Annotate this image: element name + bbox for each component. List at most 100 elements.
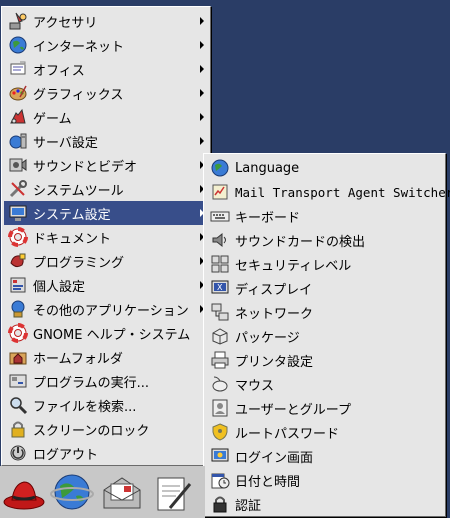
display-icon: X: [211, 280, 229, 294]
authentication-icon: [213, 496, 227, 513]
submenu-arrow-icon: [200, 137, 204, 145]
menu-item-preferences[interactable]: 個人設定: [4, 273, 208, 297]
submenu-item-users-groups[interactable]: ユーザーとグループ: [206, 396, 443, 420]
menu-item-label: プリンタ設定: [235, 354, 314, 370]
submenu-item-language[interactable]: Language: [206, 156, 443, 180]
menu-item-label: Language: [235, 160, 300, 176]
menu-item-accessories[interactable]: アクセサリ: [4, 9, 208, 33]
submenu-item-root-password[interactable]: ルートパスワード: [206, 420, 443, 444]
submenu-item-network[interactable]: ネットワーク: [206, 300, 443, 324]
menu-item-label: ネットワーク: [235, 306, 314, 322]
language-globe-icon: [211, 159, 229, 177]
menu-item-label: キーボード: [235, 210, 301, 226]
menu-item-system-settings[interactable]: システム設定: [4, 201, 208, 225]
menu-item-office[interactable]: オフィス: [4, 57, 208, 81]
menu-item-label: ファイルを検索...: [33, 399, 137, 415]
menu-item-label: プログラムの実行...: [33, 375, 150, 391]
menu-item-label: グラフィックス: [33, 87, 124, 103]
programming-icon: [10, 253, 26, 268]
svg-text:X: X: [217, 283, 223, 292]
submenu-arrow-icon: [200, 17, 204, 25]
menu-item-label: 個人設定: [33, 279, 86, 295]
other-apps-icon: [11, 300, 25, 318]
menu-item-label: セキュリティレベル: [235, 258, 352, 274]
applications-menu: アクセサリ インターネット オフィス グラフィックス ゲーム サーバ設定 サウン…: [1, 6, 211, 466]
documents-lifebuoy-icon: [8, 227, 28, 247]
menu-item-gnome-help[interactable]: GNOME ヘルプ・システム: [4, 321, 208, 345]
submenu-item-packages[interactable]: パッケージ: [206, 324, 443, 348]
menu-item-internet[interactable]: インターネット: [4, 33, 208, 57]
submenu-item-soundcard[interactable]: サウンドカードの検出: [206, 228, 443, 252]
submenu-item-mouse[interactable]: マウス: [206, 372, 443, 396]
accessories-icon: [9, 12, 27, 30]
menu-item-search-files[interactable]: ファイルを検索...: [4, 393, 208, 417]
submenu-item-printer[interactable]: プリンタ設定: [206, 348, 443, 372]
menu-item-label: プログラミング: [33, 255, 125, 271]
menu-item-home-folder[interactable]: ホームフォルダ: [4, 345, 208, 369]
submenu-item-mail-switcher[interactable]: Mail Transport Agent Switcher: [206, 180, 450, 204]
system-settings-submenu: Language Mail Transport Agent Switcher キ…: [203, 153, 450, 517]
menu-item-label: ログアウト: [33, 447, 99, 463]
submenu-item-date-time[interactable]: 日付と時間: [206, 468, 443, 492]
login-screen-icon: [211, 448, 229, 462]
packages-icon: [212, 328, 228, 345]
web-browser-icon[interactable]: [50, 470, 94, 514]
menu-item-label: Mail Transport Agent Switcher: [235, 184, 450, 200]
menu-item-label: インターネット: [33, 39, 125, 55]
lock-icon: [11, 421, 25, 438]
server-settings-icon: [9, 133, 27, 149]
submenu-arrow-icon: [200, 89, 204, 97]
submenu-item-display[interactable]: X ディスプレイ: [206, 276, 443, 300]
menu-item-label: システム設定: [33, 207, 111, 223]
soundcard-icon: [212, 232, 226, 248]
menu-item-graphics[interactable]: グラフィックス: [4, 81, 208, 105]
menu-item-label: GNOME ヘルプ・システム: [33, 327, 191, 343]
email-icon[interactable]: [100, 470, 144, 514]
bottom-panel: [0, 466, 205, 518]
menu-item-sound-video[interactable]: サウンドとビデオ: [4, 153, 208, 177]
system-tools-icon: [9, 180, 27, 198]
menu-item-label: その他のアプリケーション: [33, 303, 189, 319]
redhat-menu-icon[interactable]: [2, 470, 46, 514]
home-folder-icon: [9, 352, 27, 365]
menu-item-label: パッケージ: [235, 330, 300, 346]
menu-item-label: マウス: [235, 378, 275, 394]
office-icon: [10, 61, 26, 75]
submenu-item-security-level[interactable]: セキュリティレベル: [206, 252, 443, 276]
menu-item-label: システムツール: [33, 183, 124, 199]
help-lifebuoy-icon: [8, 323, 28, 343]
printer-icon: [211, 351, 229, 369]
users-groups-icon: [212, 399, 228, 417]
logout-icon: [10, 445, 26, 461]
submenu-item-authentication[interactable]: 認証: [206, 492, 443, 516]
menu-item-label: 認証: [235, 498, 262, 514]
submenu-arrow-icon: [200, 65, 204, 73]
menu-item-documents[interactable]: ドキュメント: [4, 225, 208, 249]
submenu-arrow-icon: [200, 113, 204, 121]
menu-item-label: アクセサリ: [33, 15, 98, 31]
menu-item-server-settings[interactable]: サーバ設定: [4, 129, 208, 153]
menu-item-label: ユーザーとグループ: [235, 402, 351, 418]
menu-item-other-apps[interactable]: その他のアプリケーション: [4, 297, 208, 321]
internet-globe-icon: [9, 36, 27, 54]
root-password-icon: [212, 423, 228, 441]
date-time-icon: [211, 473, 230, 489]
writer-icon[interactable]: [150, 470, 194, 514]
menu-item-system-tools[interactable]: システムツール: [4, 177, 208, 201]
menu-item-label: スクリーンのロック: [33, 423, 150, 439]
submenu-arrow-icon: [200, 41, 204, 49]
menu-item-run-program[interactable]: プログラムの実行...: [4, 369, 208, 393]
games-icon: [10, 108, 26, 124]
submenu-item-keyboard[interactable]: キーボード: [206, 204, 443, 228]
submenu-item-login-screen[interactable]: ログイン画面: [206, 444, 443, 468]
menu-item-games[interactable]: ゲーム: [4, 105, 208, 129]
search-icon: [10, 397, 28, 415]
menu-item-label: ホームフォルダ: [33, 351, 123, 367]
mouse-icon: [212, 376, 228, 392]
menu-item-lock-screen[interactable]: スクリーンのロック: [4, 417, 208, 441]
menu-item-label: ディスプレイ: [235, 282, 313, 298]
menu-item-label: サウンドカードの検出: [235, 234, 366, 250]
menu-item-logout[interactable]: ログアウト: [4, 441, 208, 465]
run-program-icon: [9, 374, 27, 388]
menu-item-programming[interactable]: プログラミング: [4, 249, 208, 273]
